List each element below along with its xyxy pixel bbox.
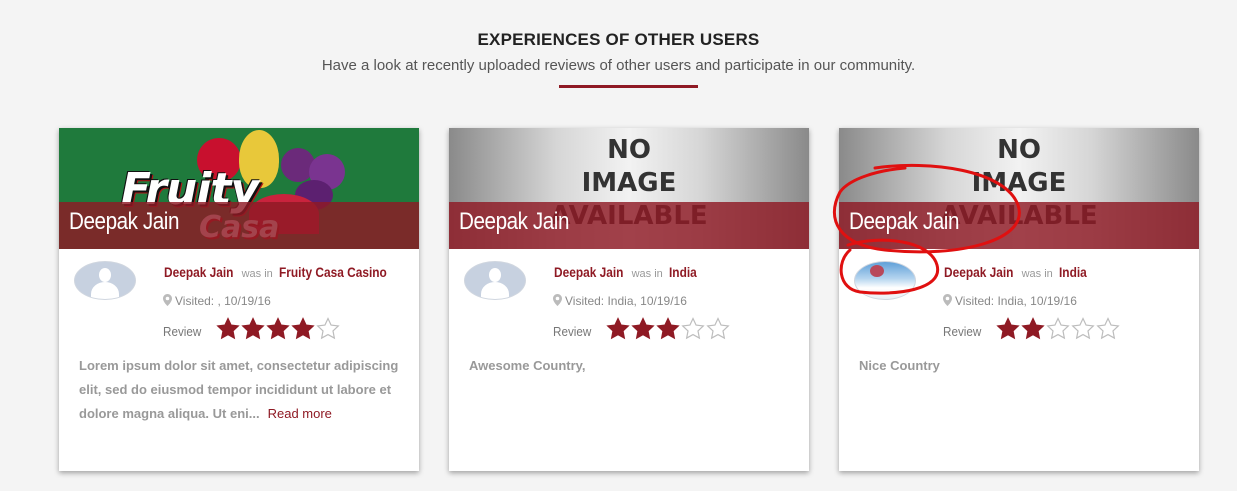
card-image[interactable]: NO IMAGE AVAILABLE Deepak Jain	[839, 128, 1199, 249]
visited-text: Visited: India, 10/19/16	[565, 294, 687, 308]
section-divider	[559, 85, 698, 88]
location-pin-icon	[943, 294, 952, 306]
review-meta: Deepak Jain was in India	[554, 264, 701, 280]
visited-info: Visited: India, 10/19/16	[943, 294, 1077, 308]
read-more-link[interactable]: Read more	[268, 406, 332, 421]
section-title: EXPERIENCES OF OTHER USERS	[477, 30, 760, 49]
review-label: Review	[943, 324, 982, 339]
place-link[interactable]: Fruity Casa Casino	[279, 264, 387, 280]
star-filled-icon	[656, 317, 680, 340]
star-rating	[216, 317, 341, 346]
star-empty-icon	[1046, 317, 1070, 340]
review-description-text: Lorem ipsum dolor sit amet, consectetur …	[79, 358, 399, 421]
card-overlay-name[interactable]: Deepak Jain	[849, 208, 959, 236]
review-label: Review	[553, 324, 592, 339]
visited-text: Visited: India, 10/19/16	[955, 294, 1077, 308]
was-in-text: was in	[241, 268, 273, 280]
star-filled-icon	[606, 317, 630, 340]
avatar-shoulders	[481, 282, 509, 299]
star-filled-icon	[996, 317, 1020, 340]
star-empty-icon	[681, 317, 705, 340]
card-image[interactable]: NO IMAGE AVAILABLE Deepak Jain	[449, 128, 809, 249]
avatar-head	[489, 268, 501, 282]
review-label: Review	[163, 324, 202, 339]
star-filled-icon	[266, 317, 290, 340]
user-name-link[interactable]: Deepak Jain	[554, 264, 623, 280]
place-link[interactable]: India	[669, 264, 697, 280]
review-description-text: Nice Country	[859, 358, 940, 373]
star-filled-icon	[631, 317, 655, 340]
review-card[interactable]: Fruity Casa Deepak Jain Deepak Jain was …	[59, 128, 419, 471]
star-filled-icon	[241, 317, 265, 340]
review-rating-row: Review	[553, 317, 731, 346]
review-description-text: Awesome Country,	[469, 358, 586, 373]
star-rating	[996, 317, 1121, 346]
visited-text: Visited: , 10/19/16	[175, 294, 271, 308]
visited-info: Visited: India, 10/19/16	[553, 294, 687, 308]
star-filled-icon	[216, 317, 240, 340]
user-avatar[interactable]	[74, 261, 136, 300]
review-rating-row: Review	[163, 317, 341, 346]
user-name-link[interactable]: Deepak Jain	[944, 264, 1013, 280]
review-rating-row: Review	[943, 317, 1121, 346]
star-rating	[606, 317, 731, 346]
star-empty-icon	[706, 317, 730, 340]
review-card[interactable]: NO IMAGE AVAILABLE Deepak Jain Deepak Ja…	[839, 128, 1199, 471]
place-link[interactable]: India	[1059, 264, 1087, 280]
user-avatar[interactable]	[464, 261, 526, 300]
user-name-link[interactable]: Deepak Jain	[164, 264, 233, 280]
card-image[interactable]: Fruity Casa Deepak Jain	[59, 128, 419, 249]
was-in-text: was in	[1021, 268, 1053, 280]
location-pin-icon	[553, 294, 562, 306]
avatar-shoulders	[91, 282, 119, 299]
location-pin-icon	[163, 294, 172, 306]
card-overlay-name[interactable]: Deepak Jain	[459, 208, 569, 236]
user-avatar-photo[interactable]	[854, 261, 916, 300]
review-description: Nice Country	[859, 354, 1179, 378]
review-description: Lorem ipsum dolor sit amet, consectetur …	[79, 354, 399, 426]
star-filled-icon	[291, 317, 315, 340]
star-empty-icon	[1071, 317, 1095, 340]
visited-info: Visited: , 10/19/16	[163, 294, 271, 308]
review-meta: Deepak Jain was in Fruity Casa Casino	[164, 264, 406, 280]
star-empty-icon	[316, 317, 340, 340]
card-overlay-name[interactable]: Deepak Jain	[69, 208, 179, 236]
section-subtitle: Have a look at recently uploaded reviews…	[321, 57, 916, 74]
star-filled-icon	[1021, 317, 1045, 340]
review-description: Awesome Country,	[469, 354, 789, 378]
was-in-text: was in	[631, 268, 663, 280]
avatar-head	[99, 268, 111, 282]
balloon-image	[870, 265, 884, 277]
review-meta: Deepak Jain was in India	[944, 264, 1091, 280]
star-empty-icon	[1096, 317, 1120, 340]
review-card[interactable]: NO IMAGE AVAILABLE Deepak Jain Deepak Ja…	[449, 128, 809, 471]
